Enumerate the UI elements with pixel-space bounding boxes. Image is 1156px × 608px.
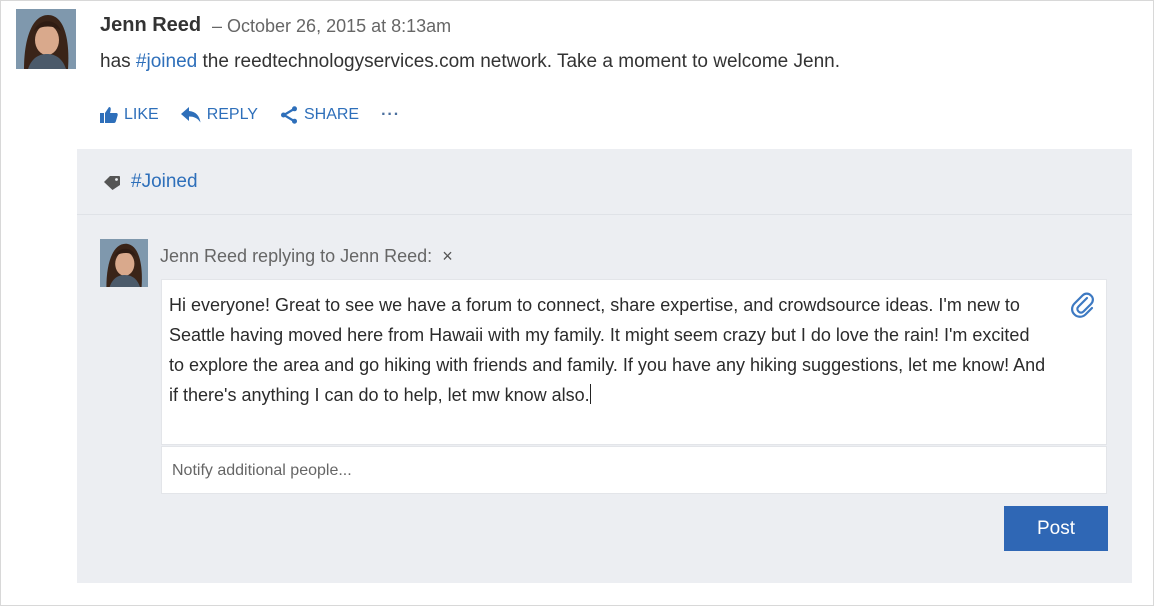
reply-text[interactable]: Hi everyone! Great to see we have a foru… (169, 290, 1049, 410)
topic-tag-link[interactable]: #Joined (131, 171, 198, 193)
share-button[interactable]: SHARE (280, 106, 359, 124)
post-timestamp: – October 26, 2015 at 8:13am (212, 16, 452, 36)
post-actions: LIKE REPLY SHARE ··· (100, 106, 400, 124)
reply-panel: #Joined Jenn Reed replying to Jenn Reed:… (77, 149, 1132, 583)
author-name[interactable]: Jenn Reed (100, 14, 201, 37)
paperclip-icon[interactable] (1070, 292, 1096, 318)
post-body-prefix: has (100, 51, 136, 72)
notify-people-field[interactable] (161, 446, 1107, 494)
text-caret (589, 384, 591, 404)
reply-label: REPLY (206, 106, 258, 123)
like-button[interactable]: LIKE (100, 106, 159, 124)
reply-arrow-icon (180, 107, 201, 123)
post-button[interactable]: Post (1004, 506, 1108, 551)
more-options-button[interactable]: ··· (381, 106, 400, 124)
author-avatar[interactable] (16, 9, 76, 69)
post-body: has #joined the reedtechnologyservices.c… (100, 51, 840, 73)
share-label: SHARE (303, 106, 360, 123)
post-body-suffix: the reedtechnologyservices.com network. … (197, 51, 841, 72)
thumbs-up-icon (100, 107, 118, 123)
tag-icon (104, 176, 120, 190)
reply-message: Hi everyone! Great to see we have a foru… (169, 295, 1046, 405)
reply-header: Jenn Reed replying to Jenn Reed: × (160, 246, 453, 267)
share-icon (280, 106, 297, 124)
topic-tag-row: #Joined (77, 149, 1132, 215)
reply-textarea[interactable]: Hi everyone! Great to see we have a foru… (161, 279, 1107, 445)
close-reply-button[interactable]: × (442, 246, 453, 267)
reply-button[interactable]: REPLY (180, 106, 258, 124)
replier-avatar (100, 239, 148, 287)
reply-header-text: Jenn Reed replying to Jenn Reed: (160, 246, 433, 266)
hashtag-link[interactable]: #joined (136, 51, 197, 72)
like-label: LIKE (124, 106, 159, 123)
notify-input[interactable] (170, 457, 1074, 485)
